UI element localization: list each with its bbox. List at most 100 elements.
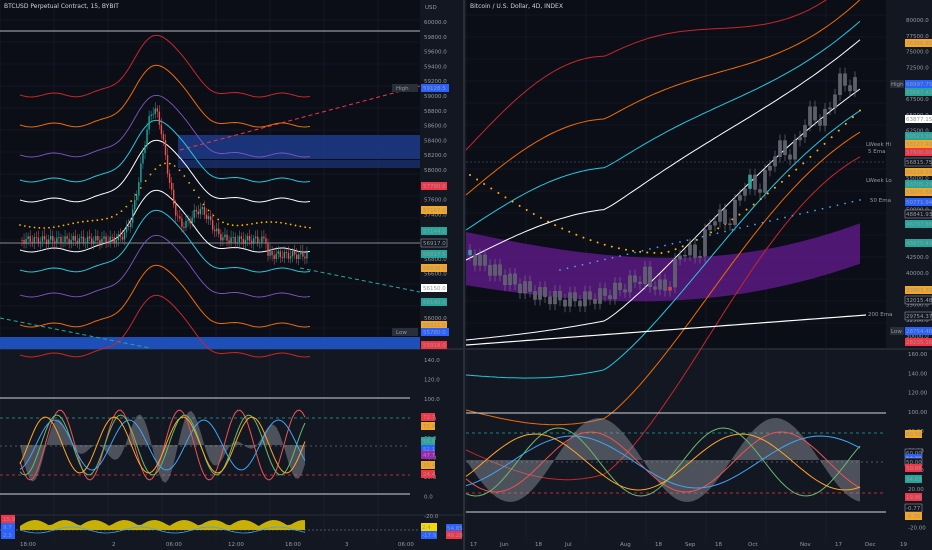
chart-workspace[interactable]: BTCUSD Perpetual Contract, 15, BYBIT USD 6… bbox=[0, 0, 932, 550]
candle[interactable] bbox=[99, 240, 101, 244]
candle[interactable] bbox=[25, 238, 27, 244]
candle[interactable] bbox=[269, 251, 271, 256]
candle[interactable] bbox=[236, 242, 238, 243]
candle[interactable] bbox=[483, 254, 487, 266]
candle[interactable] bbox=[818, 119, 822, 126]
candle[interactable] bbox=[698, 256, 702, 258]
candle[interactable] bbox=[97, 236, 99, 241]
candle[interactable] bbox=[613, 282, 617, 299]
candle[interactable] bbox=[703, 229, 707, 257]
candle[interactable] bbox=[39, 241, 42, 244]
candle[interactable] bbox=[86, 236, 89, 243]
candle[interactable] bbox=[27, 236, 29, 239]
candle[interactable] bbox=[179, 216, 181, 219]
candle[interactable] bbox=[503, 275, 507, 285]
candle[interactable] bbox=[283, 252, 286, 259]
candle[interactable] bbox=[838, 73, 842, 95]
candle[interactable] bbox=[271, 251, 273, 256]
candle[interactable] bbox=[129, 222, 132, 227]
candle[interactable] bbox=[553, 291, 557, 305]
candle[interactable] bbox=[150, 114, 152, 117]
candle[interactable] bbox=[778, 140, 782, 157]
candle[interactable] bbox=[214, 229, 216, 232]
candle[interactable] bbox=[125, 225, 128, 233]
candle[interactable] bbox=[41, 236, 44, 242]
candle[interactable] bbox=[813, 106, 817, 121]
candle[interactable] bbox=[121, 236, 124, 240]
candle[interactable] bbox=[643, 266, 647, 284]
candle[interactable] bbox=[823, 108, 827, 126]
candle[interactable] bbox=[185, 221, 187, 228]
candle[interactable] bbox=[300, 251, 302, 255]
candle[interactable] bbox=[803, 125, 807, 138]
candle[interactable] bbox=[187, 220, 189, 222]
candle[interactable] bbox=[773, 156, 777, 167]
candle[interactable] bbox=[240, 236, 243, 239]
candle[interactable] bbox=[82, 236, 85, 243]
candle[interactable] bbox=[156, 108, 158, 112]
candle[interactable] bbox=[633, 275, 637, 283]
candle[interactable] bbox=[533, 291, 537, 300]
candle[interactable] bbox=[68, 238, 70, 244]
candle[interactable] bbox=[113, 237, 115, 243]
candle[interactable] bbox=[693, 244, 697, 258]
candle[interactable] bbox=[103, 236, 105, 239]
candle[interactable] bbox=[144, 145, 146, 154]
candle[interactable] bbox=[252, 238, 255, 244]
candle[interactable] bbox=[683, 254, 687, 257]
candle[interactable] bbox=[195, 209, 197, 212]
candle[interactable] bbox=[833, 94, 837, 108]
candle[interactable] bbox=[306, 252, 308, 259]
candle[interactable] bbox=[281, 257, 284, 259]
candle[interactable] bbox=[37, 237, 40, 244]
candle[interactable] bbox=[275, 253, 277, 259]
candle[interactable] bbox=[117, 234, 120, 241]
candle[interactable] bbox=[573, 292, 577, 302]
candle[interactable] bbox=[211, 220, 214, 230]
candle[interactable] bbox=[523, 281, 527, 294]
candle[interactable] bbox=[658, 279, 662, 290]
candle[interactable] bbox=[91, 238, 93, 244]
candle[interactable] bbox=[111, 236, 113, 238]
candle[interactable] bbox=[170, 182, 173, 190]
candle[interactable] bbox=[733, 200, 737, 225]
candle[interactable] bbox=[64, 236, 66, 243]
candle[interactable] bbox=[78, 238, 81, 244]
candle[interactable] bbox=[568, 292, 572, 307]
candle[interactable] bbox=[793, 139, 797, 160]
candle[interactable] bbox=[296, 254, 298, 259]
candle[interactable] bbox=[250, 240, 253, 244]
candle[interactable] bbox=[140, 163, 142, 183]
candle[interactable] bbox=[723, 209, 727, 224]
candle[interactable] bbox=[538, 287, 542, 300]
candle[interactable] bbox=[543, 287, 547, 297]
candle[interactable] bbox=[199, 208, 202, 215]
candle[interactable] bbox=[285, 252, 288, 253]
candle[interactable] bbox=[234, 236, 236, 243]
candle[interactable] bbox=[232, 236, 234, 238]
candle[interactable] bbox=[54, 241, 56, 244]
candle[interactable] bbox=[578, 300, 582, 307]
candle[interactable] bbox=[158, 111, 161, 125]
candle[interactable] bbox=[623, 289, 627, 293]
candle[interactable] bbox=[224, 234, 226, 238]
candle[interactable] bbox=[35, 237, 38, 239]
candle[interactable] bbox=[80, 236, 83, 239]
candle[interactable] bbox=[72, 236, 74, 241]
candle[interactable] bbox=[216, 228, 218, 232]
candle[interactable] bbox=[783, 140, 787, 156]
candle[interactable] bbox=[29, 236, 31, 242]
candle[interactable] bbox=[115, 240, 117, 243]
candle[interactable] bbox=[558, 291, 562, 301]
candle[interactable] bbox=[663, 279, 667, 291]
candle[interactable] bbox=[43, 236, 46, 240]
candle[interactable] bbox=[257, 236, 259, 243]
candle[interactable] bbox=[84, 242, 87, 244]
candle[interactable] bbox=[618, 282, 622, 290]
candle[interactable] bbox=[246, 236, 249, 241]
candle[interactable] bbox=[788, 154, 792, 160]
candle[interactable] bbox=[808, 106, 812, 126]
candle[interactable] bbox=[23, 240, 25, 244]
candle[interactable] bbox=[47, 239, 50, 244]
candle[interactable] bbox=[56, 237, 58, 244]
